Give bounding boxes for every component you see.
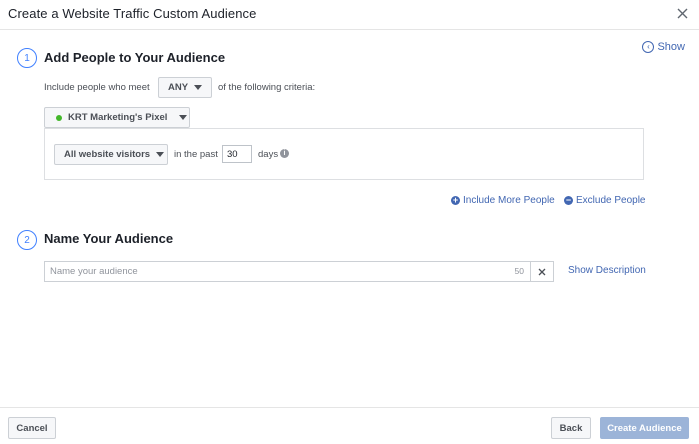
visitor-type-value: All website visitors: [64, 149, 151, 160]
step-number-1: 1: [17, 48, 37, 68]
dialog-title: Create a Website Traffic Custom Audience: [8, 6, 257, 21]
pixel-status-dot: [56, 114, 62, 121]
audience-name-field: 50: [44, 261, 530, 282]
char-count: 50: [514, 266, 524, 276]
close-icon: [677, 8, 687, 18]
back-button[interactable]: Back: [551, 417, 591, 439]
include-more-label: Include More People: [463, 195, 555, 206]
visitor-type-dropdown[interactable]: All website visitors: [54, 144, 168, 165]
include-more-people-link[interactable]: + Include More People: [451, 195, 555, 206]
include-suffix-text: of the following criteria:: [218, 82, 316, 93]
step-2-title: Name Your Audience: [44, 231, 174, 246]
match-type-value: ANY: [168, 82, 189, 93]
cancel-button[interactable]: Cancel: [8, 417, 56, 439]
caret-down-icon: [194, 85, 203, 90]
minus-circle-icon: −: [564, 195, 573, 205]
audience-name-input[interactable]: [45, 262, 505, 281]
match-type-dropdown[interactable]: ANY: [158, 77, 212, 98]
caret-down-icon: [179, 115, 188, 120]
chevron-left-icon: ‹: [642, 41, 655, 53]
caret-down-icon: [156, 152, 165, 157]
step-number-2: 2: [17, 230, 37, 250]
clear-name-button[interactable]: [530, 261, 554, 282]
days-input[interactable]: 30: [222, 145, 252, 163]
pixel-dropdown[interactable]: KRT Marketing's Pixel: [44, 107, 190, 128]
in-the-past-text: in the past: [174, 149, 218, 160]
days-label: days: [258, 149, 279, 160]
exclude-people-link[interactable]: − Exclude People: [564, 195, 646, 206]
dialog-footer: [0, 407, 699, 444]
info-icon[interactable]: i: [280, 149, 289, 158]
close-icon: [538, 268, 546, 275]
show-description-link[interactable]: Show Description: [568, 265, 646, 276]
create-audience-button[interactable]: Create Audience: [600, 417, 689, 439]
dialog-header: Create a Website Traffic Custom Audience: [0, 0, 699, 30]
plus-circle-icon: +: [451, 195, 460, 205]
include-prefix-text: Include people who meet: [44, 82, 150, 93]
show-toggle[interactable]: ‹ Show: [642, 41, 685, 53]
close-button[interactable]: [673, 4, 691, 22]
show-toggle-label: Show: [657, 41, 685, 53]
pixel-name: KRT Marketing's Pixel: [68, 112, 168, 123]
step-1-title: Add People to Your Audience: [44, 50, 226, 65]
exclude-label: Exclude People: [576, 195, 646, 206]
